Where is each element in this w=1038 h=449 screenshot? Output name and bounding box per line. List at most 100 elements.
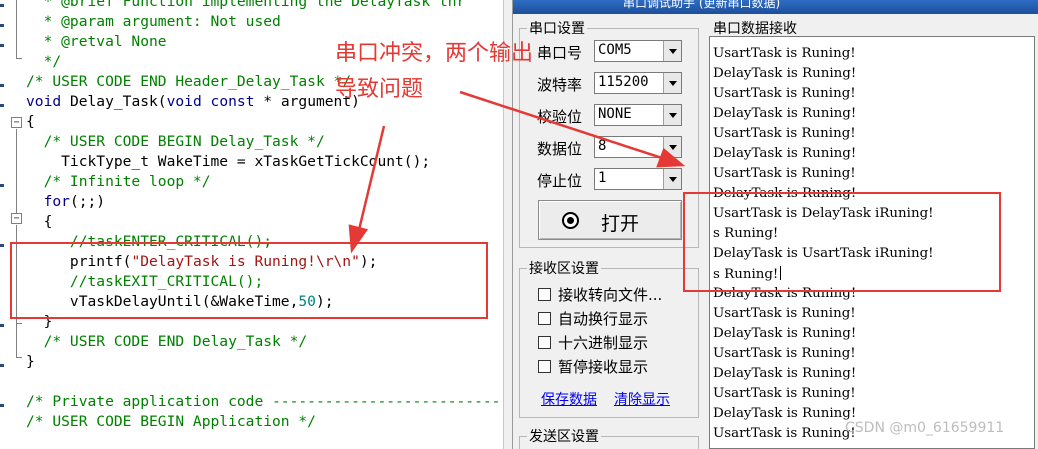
code-line: * @param argument: Not used <box>26 12 500 32</box>
code-token: } <box>26 353 35 370</box>
hex-display-label: 十六进制显示 <box>558 334 649 352</box>
code-line: /* Infinite loop */ <box>26 172 500 192</box>
fold-guide-end <box>16 58 22 59</box>
line-marker <box>0 364 4 367</box>
rx-line: DelayTask is Runing! <box>713 106 856 121</box>
printf-highlight-box <box>10 242 488 319</box>
line-marker <box>0 44 4 47</box>
line-marker <box>0 4 4 7</box>
code-token: const <box>210 93 255 110</box>
rx-line-text: DelayTask is Runing! <box>713 66 857 81</box>
code-token: /* USER CODE BEGIN Application */ <box>26 413 316 430</box>
chevron-down-icon[interactable] <box>663 73 681 93</box>
checkbox-auto-wrap[interactable] <box>538 312 551 325</box>
rx-line: UsartTask is Runing! <box>713 306 856 321</box>
conflict-highlight-box <box>683 192 1001 292</box>
code-line: /* USER CODE BEGIN Application */ <box>26 412 500 432</box>
rx-line-text: UsartTask is Runing! <box>713 166 856 181</box>
code-token: /* Private application code ------------… <box>26 393 501 410</box>
code-token: void <box>166 93 202 110</box>
annotation-line-1: 串口冲突，两个输出 <box>335 41 534 66</box>
save-data-link[interactable]: 保存数据 <box>541 389 597 409</box>
open-port-label: 打开 <box>601 213 640 235</box>
checkbox-hex-display[interactable] <box>538 336 551 349</box>
chevron-down-icon[interactable] <box>663 41 681 61</box>
annotation-line-2: 导致问题 <box>335 77 424 102</box>
annotation-text: 串口冲突，两个输出 导致问题 <box>335 36 615 108</box>
code-line: /* Private application code ------------… <box>26 392 500 412</box>
code-line: } <box>26 352 500 372</box>
auto-wrap-label: 自动换行显示 <box>558 310 649 328</box>
code-token: */ <box>26 53 62 70</box>
chevron-down-icon[interactable] <box>663 137 681 157</box>
code-line: /* USER CODE END Delay_Task */ <box>26 332 500 352</box>
rx-line: UsartTask is Runing! <box>713 346 856 361</box>
code-token: /* USER CODE END Header_Delay_Task */ <box>26 73 352 90</box>
rx-line: UsartTask is Runing! <box>713 166 856 181</box>
code-line: * @brief Function implementing the Delay… <box>26 0 500 12</box>
rx-line-text: UsartTask is Runing! <box>713 126 856 141</box>
serial-settings-title: 串口设置 <box>527 18 587 38</box>
line-marker <box>0 404 4 407</box>
chevron-down-icon[interactable] <box>663 169 681 189</box>
rx-line-text: UsartTask is Runing! <box>713 346 856 361</box>
chevron-down-icon[interactable] <box>663 105 681 125</box>
open-port-button[interactable]: 打开 <box>538 200 682 240</box>
code-line: { <box>26 112 500 132</box>
stopbits-label: 停止位 <box>537 172 583 190</box>
code-token: for <box>26 193 70 210</box>
rx-line: UsartTask is Runing! <box>713 426 856 441</box>
rx-settings-title: 接收区设置 <box>527 258 601 278</box>
editor-gutter: − − <box>0 0 24 449</box>
window-title: 串口调试助手 (更新串口数据) <box>623 0 781 10</box>
checkbox-rx-to-file[interactable] <box>538 288 551 301</box>
databits-value: 8 <box>598 138 607 154</box>
code-token: { <box>26 213 53 230</box>
code-line: TickType_t WakeTime = xTaskGetTickCount(… <box>26 152 500 172</box>
databits-select[interactable]: 8 <box>594 136 682 158</box>
fold-guide-end <box>16 357 22 358</box>
stopbits-select[interactable]: 1 <box>594 168 682 190</box>
code-token: /* Infinite loop */ <box>26 173 211 190</box>
code-token: (;;) <box>69 193 106 210</box>
record-icon <box>562 212 579 229</box>
rx-line-text: UsartTask is Runing! <box>713 426 856 441</box>
code-token: TickType_t WakeTime = xTaskGetTickCount(… <box>26 153 431 170</box>
code-token: /* USER CODE END Delay_Task */ <box>26 333 308 350</box>
line-marker <box>0 24 4 27</box>
code-token: void <box>26 93 62 110</box>
clear-display-link[interactable]: 清除显示 <box>614 389 670 409</box>
rx-line: UsartTask is Runing! <box>713 126 856 141</box>
line-marker <box>0 324 4 327</box>
rx-line-text: DelayTask is Runing! <box>713 146 857 161</box>
line-marker <box>0 104 4 107</box>
rx-line-text: DelayTask is Runing! <box>713 106 857 121</box>
rx-line-text: UsartTask is Runing! <box>713 46 856 61</box>
fold-guide <box>16 323 17 357</box>
fold-guide <box>16 0 17 58</box>
checkbox-pause-rx[interactable] <box>538 360 551 373</box>
stopbits-value: 1 <box>598 170 607 186</box>
code-line: /* USER CODE BEGIN Delay_Task */ <box>26 132 500 152</box>
rx-line: DelayTask is Runing! <box>713 146 856 161</box>
rx-line: DelayTask is Runing! <box>713 406 856 421</box>
rx-line: UsartTask is Runing! <box>713 86 856 101</box>
rx-to-file-label: 接收转向文件... <box>558 286 663 304</box>
rx-area-title: 串口数据接收 <box>711 18 799 38</box>
line-marker <box>0 84 4 87</box>
rx-line: DelayTask is Runing! <box>713 326 856 341</box>
code-token: * @brief Function implementing the Delay… <box>26 0 466 10</box>
fold-collapse-icon[interactable]: − <box>11 117 22 128</box>
code-token: * @retval None <box>26 33 167 50</box>
code-token: Delay_Task( <box>61 93 167 110</box>
parity-value: NONE <box>598 106 632 122</box>
rx-line: DelayTask is Runing! <box>713 366 856 381</box>
watermark: CSDN @m0_61659911 <box>845 420 1005 436</box>
fold-collapse-icon[interactable]: − <box>11 213 22 224</box>
rx-line: UsartTask is Runing! <box>713 386 856 401</box>
parity-label: 校验位 <box>537 108 583 126</box>
rx-line: UsartTask is Runing! <box>713 46 856 61</box>
title-bar: 串口调试助手 (更新串口数据) <box>513 0 1038 14</box>
